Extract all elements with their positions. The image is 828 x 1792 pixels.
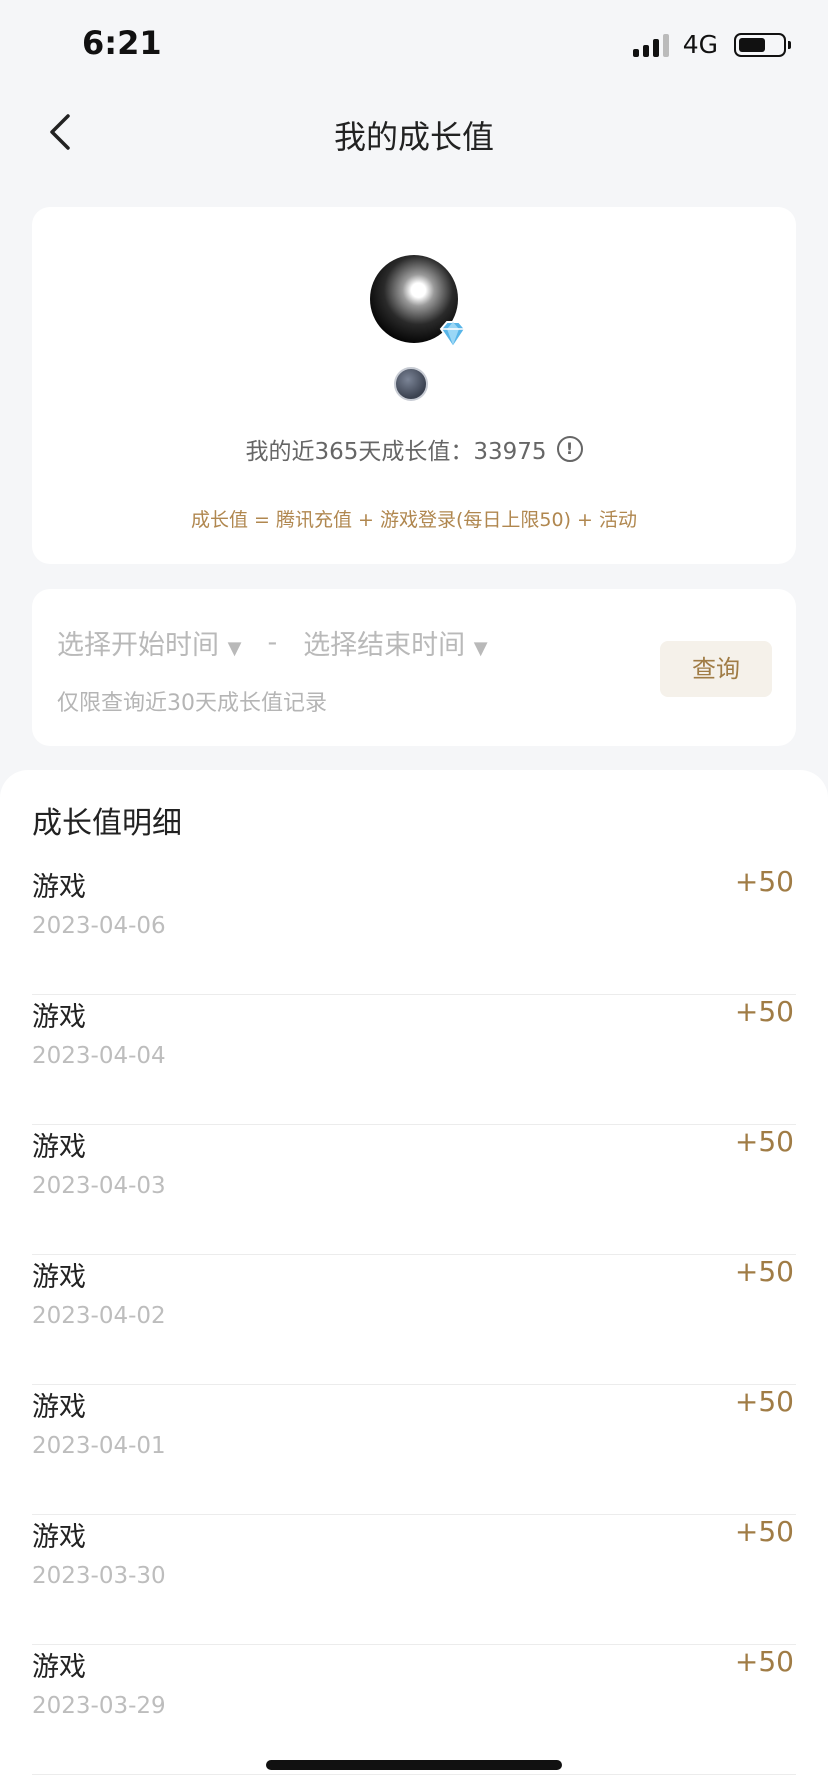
- item-value: +50: [734, 1515, 794, 1548]
- page-title: 我的成长值: [333, 118, 494, 156]
- end-date-label: 选择结束时间: [303, 630, 466, 661]
- list-item: 游戏 2023-04-03 +50: [32, 1125, 796, 1255]
- home-indicator[interactable]: [266, 1760, 562, 1770]
- date-range-row: 选择开始时间 ▼ - 选择结束时间 ▼: [57, 623, 488, 662]
- list-item: 游戏 2023-04-06 +50: [32, 865, 796, 995]
- item-value: +50: [734, 1125, 794, 1158]
- growth-summary: 我的近365天成长值：33975 !: [32, 432, 796, 466]
- item-value: +50: [734, 1385, 794, 1418]
- signal-icon: [632, 33, 669, 57]
- item-date: 2023-03-29: [32, 1693, 166, 1719]
- list-item: 游戏 2023-04-04 +50: [32, 995, 796, 1125]
- list-item: 游戏 2023-04-02 +50: [32, 1255, 796, 1385]
- item-name: 游戏: [32, 1262, 86, 1293]
- item-value: +50: [734, 995, 794, 1028]
- item-name: 游戏: [32, 1002, 86, 1033]
- date-separator: -: [267, 627, 278, 658]
- query-hint: 仅限查询近30天成长值记录: [57, 691, 327, 716]
- end-caret-icon: ▼: [473, 638, 488, 659]
- item-date: 2023-04-01: [32, 1433, 166, 1459]
- network-type: 4G: [682, 30, 718, 59]
- start-date-picker[interactable]: 选择开始时间 ▼: [57, 623, 241, 662]
- end-date-picker[interactable]: 选择结束时间 ▼: [303, 623, 487, 662]
- avatar-container[interactable]: [370, 255, 467, 349]
- item-date: 2023-04-06: [32, 913, 166, 939]
- item-name: 游戏: [32, 1132, 86, 1163]
- nav-bar: 我的成长值: [0, 92, 828, 172]
- item-value: +50: [734, 1255, 794, 1288]
- item-name: 游戏: [32, 872, 86, 903]
- query-card: 选择开始时间 ▼ - 选择结束时间 ▼ 仅限查询近30天成长值记录 查询: [32, 589, 796, 746]
- status-time: 6:21: [82, 24, 162, 62]
- detail-list: 游戏 2023-04-06 +50 游戏 2023-04-04 +50 游戏 2…: [32, 865, 796, 1775]
- item-value: +50: [734, 1645, 794, 1678]
- item-name: 游戏: [32, 1522, 86, 1553]
- profile-card: 我的近365天成长值：33975 ! 成长值 = 腾讯充值 + 游戏登录(每日上…: [32, 207, 796, 564]
- start-caret-icon: ▼: [227, 638, 242, 659]
- level-icon: [394, 367, 428, 401]
- growth-value-label: 我的近365天成长值：33975: [245, 439, 547, 465]
- item-date: 2023-04-04: [32, 1043, 166, 1069]
- diamond-icon: [439, 321, 467, 349]
- detail-title: 成长值明细: [32, 806, 182, 841]
- growth-formula: 成长值 = 腾讯充值 + 游戏登录(每日上限50) + 活动: [190, 509, 637, 531]
- list-item: 游戏 2023-03-30 +50: [32, 1515, 796, 1645]
- battery-icon: [734, 32, 791, 57]
- item-name: 游戏: [32, 1652, 86, 1683]
- item-date: 2023-03-30: [32, 1563, 166, 1589]
- query-button[interactable]: 查询: [660, 641, 772, 697]
- info-icon[interactable]: !: [556, 436, 583, 462]
- item-date: 2023-04-03: [32, 1173, 166, 1199]
- item-value: +50: [734, 865, 794, 898]
- list-item: 游戏 2023-03-29 +50: [32, 1645, 796, 1775]
- item-name: 游戏: [32, 1392, 86, 1423]
- start-date-label: 选择开始时间: [57, 630, 219, 661]
- status-bar: 6:21 4G: [0, 0, 828, 92]
- detail-sheet: 成长值明细 游戏 2023-04-06 +50 游戏 2023-04-04 +5…: [0, 770, 828, 1792]
- status-indicators: 4G: [632, 30, 791, 59]
- item-date: 2023-04-02: [32, 1303, 166, 1329]
- list-item: 游戏 2023-04-01 +50: [32, 1385, 796, 1515]
- page: 6:21 4G 我的成长值 我的近365天成长值：33975 ! 成长值 = 腾…: [0, 0, 828, 1792]
